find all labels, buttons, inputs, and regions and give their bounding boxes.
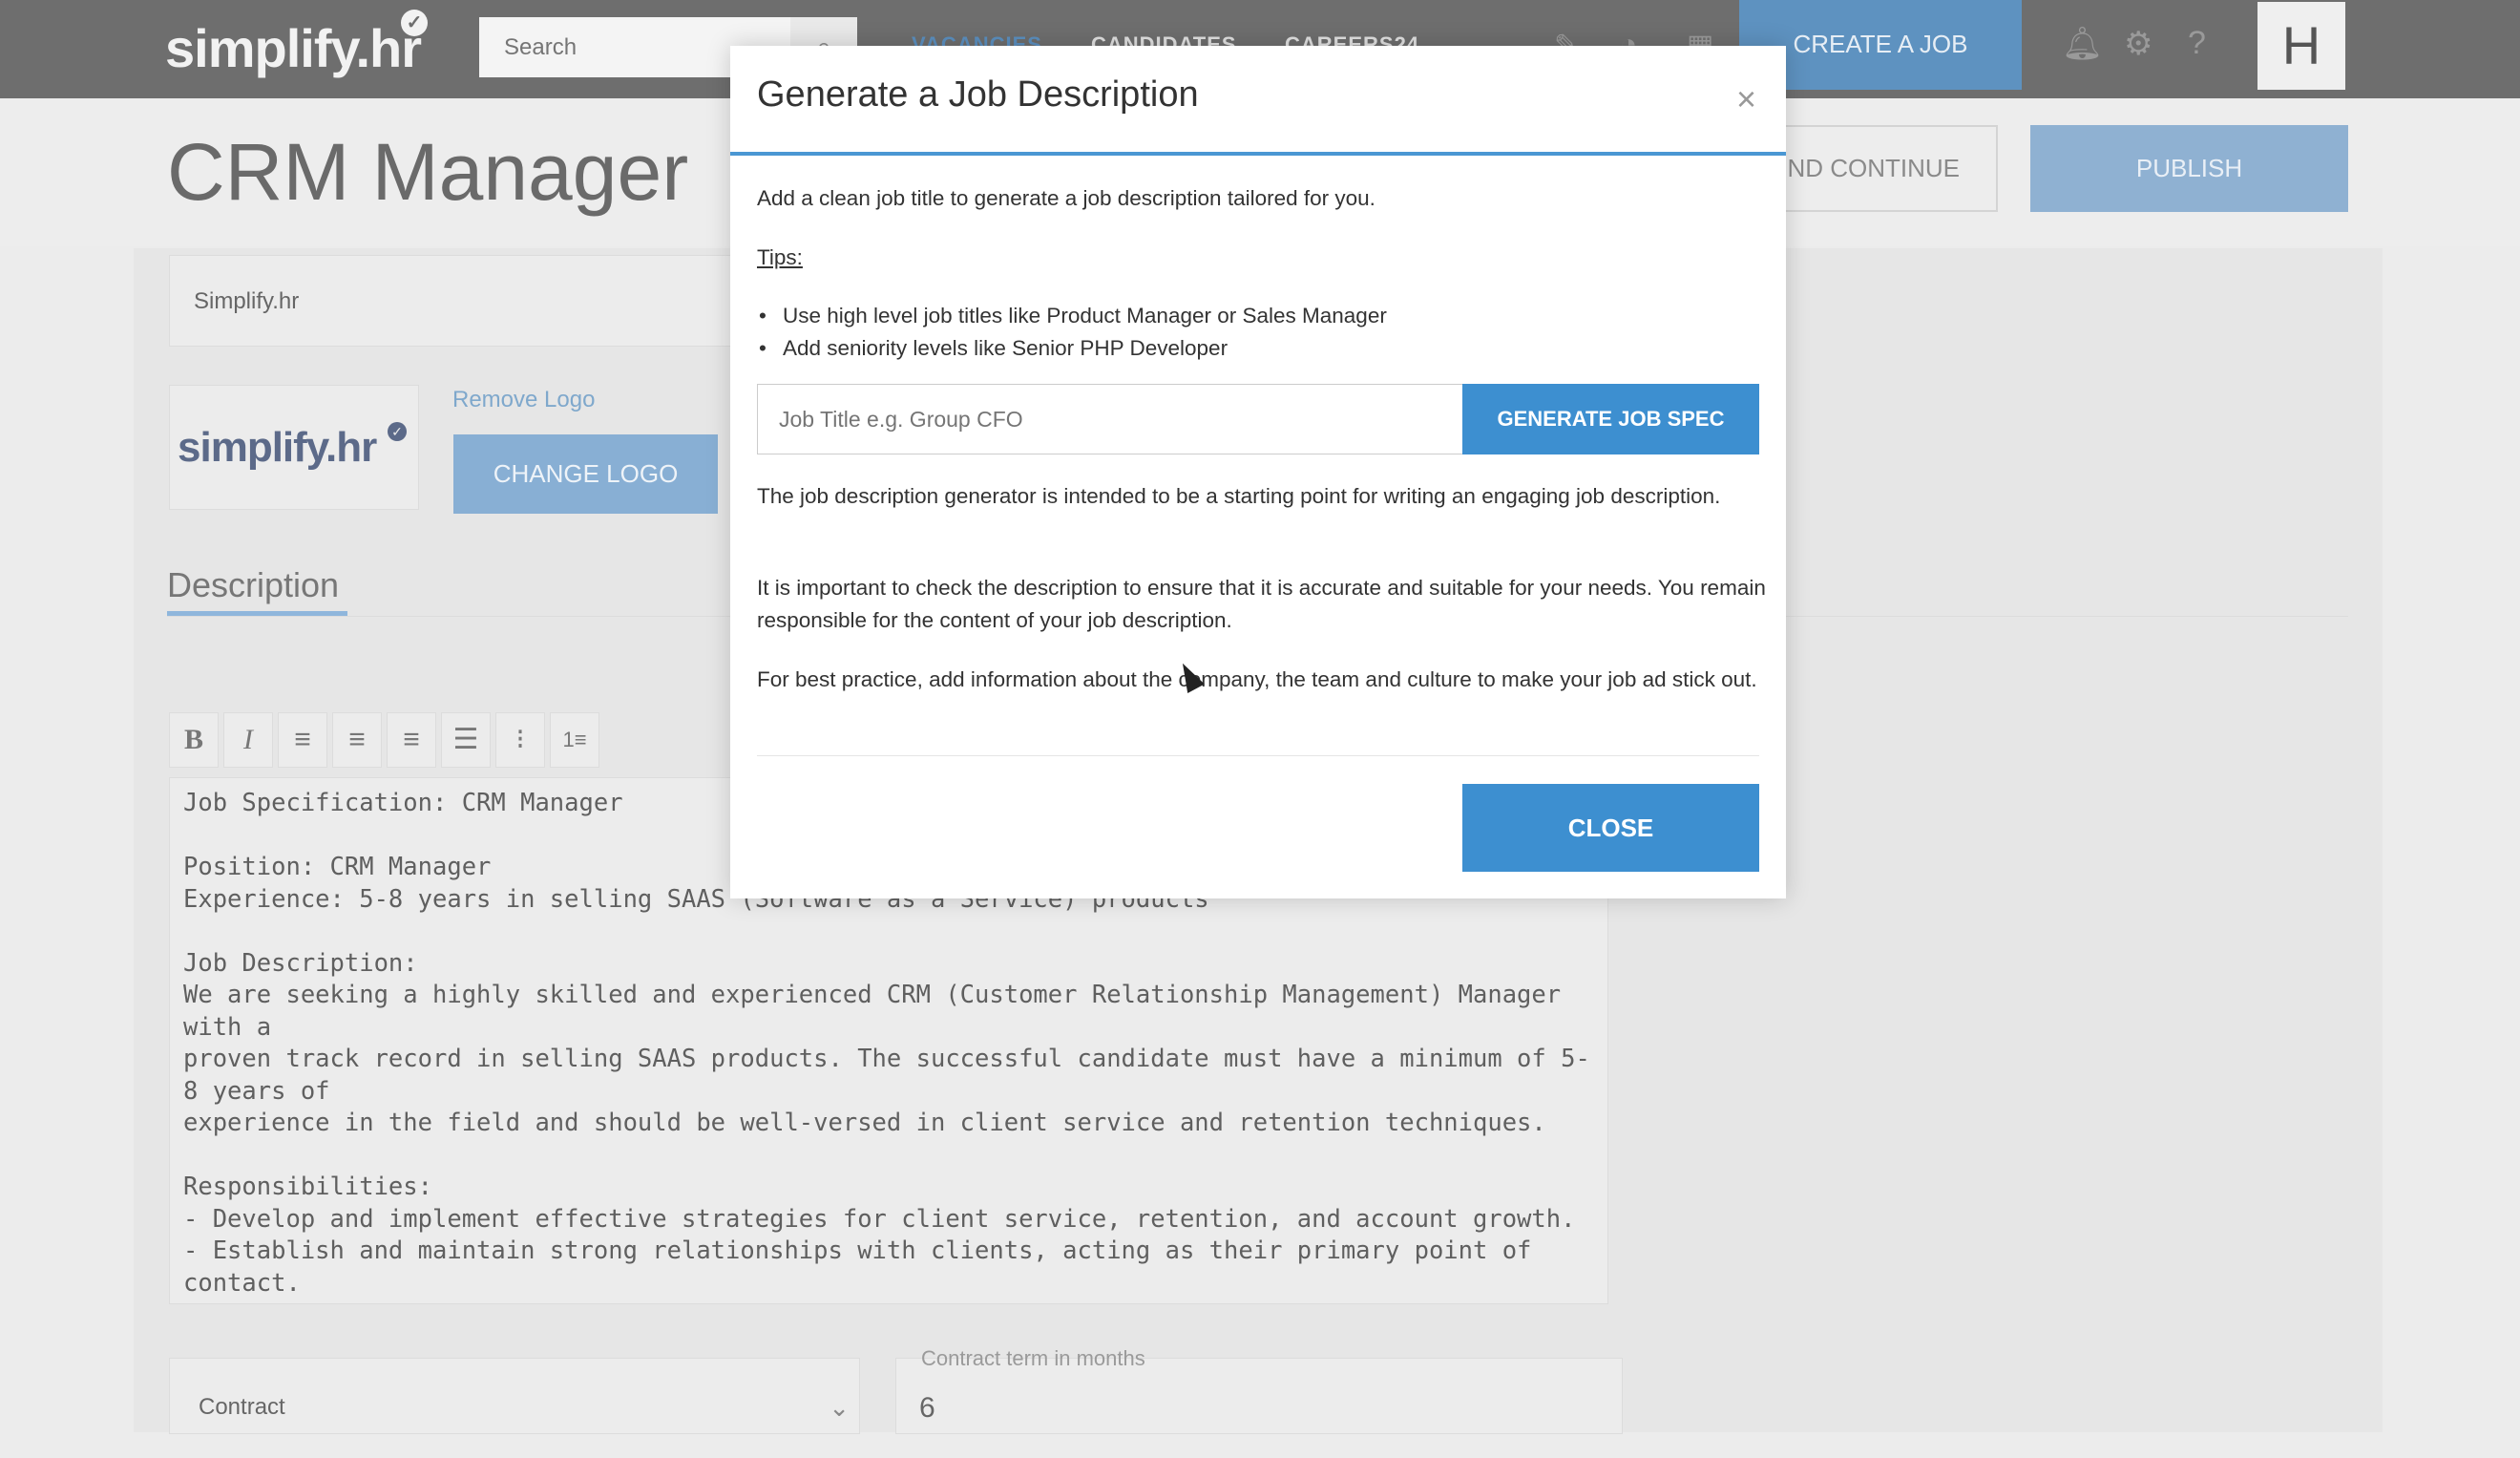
company-logo: simplify.hr ✓ — [169, 385, 419, 510]
bell-icon[interactable]: 🔔︎ — [2062, 25, 2103, 63]
modal-intro-text: Add a clean job title to generate a job … — [757, 186, 1376, 210]
job-title-input[interactable] — [757, 384, 1463, 454]
bullet-list-icon[interactable]: ⁝ — [495, 712, 545, 768]
align-center-icon[interactable]: ≡ — [332, 712, 382, 768]
generate-job-spec-button[interactable]: GENERATE JOB SPEC — [1462, 384, 1759, 454]
logo-check-icon: ✓ — [401, 10, 428, 36]
help-icon[interactable]: ? — [2188, 25, 2206, 62]
modal-header-divider — [730, 152, 1786, 156]
close-button[interactable]: CLOSE — [1462, 784, 1759, 872]
modal-info-paragraph: The job description generator is intende… — [757, 484, 1721, 508]
modal-footer-divider — [757, 755, 1759, 756]
align-left-icon[interactable]: ≡ — [278, 712, 327, 768]
change-logo-button[interactable]: CHANGE LOGO — [453, 434, 718, 514]
modal-info-paragraph: For best practice, add information about… — [757, 667, 1757, 691]
tab-description[interactable]: Description — [167, 565, 339, 605]
contract-type-select[interactable]: Contract ⌄ — [169, 1358, 860, 1434]
close-icon[interactable]: × — [1736, 82, 1756, 116]
gear-icon[interactable]: ⚙ — [2124, 25, 2152, 63]
publish-button[interactable]: PUBLISH — [2030, 125, 2348, 212]
modal-title: Generate a Job Description — [757, 74, 1199, 115]
contract-term-label: Contract term in months — [921, 1346, 1145, 1370]
tip-item: Use high level job titles like Product M… — [759, 304, 1387, 328]
page-title: CRM Manager — [167, 127, 689, 217]
generate-job-description-modal: Generate a Job Description × Add a clean… — [730, 46, 1786, 898]
modal-info-paragraph: It is important to check the description… — [757, 576, 1766, 632]
tips-heading: Tips: — [757, 245, 803, 269]
company-name-field[interactable]: Simplify.hr — [169, 255, 761, 347]
avatar[interactable]: H — [2258, 2, 2345, 90]
contract-type-value: Contract — [199, 1394, 285, 1420]
remove-logo-link[interactable]: Remove Logo — [452, 387, 595, 413]
logo-check-icon: ✓ — [388, 422, 407, 441]
chevron-down-icon: ⌄ — [829, 1393, 850, 1422]
company-logo-text: simplify.hr — [178, 424, 377, 471]
app-logo[interactable]: simplify.hr — [165, 17, 422, 79]
italic-icon[interactable]: I — [223, 712, 273, 768]
tab-active-indicator — [167, 611, 347, 616]
bold-icon[interactable]: B — [169, 712, 219, 768]
tip-item: Add seniority levels like Senior PHP Dev… — [759, 336, 1228, 361]
align-justify-icon[interactable]: ☰ — [441, 712, 491, 768]
numbered-list-icon[interactable]: 1≡ — [550, 712, 599, 768]
align-right-icon[interactable]: ≡ — [387, 712, 436, 768]
